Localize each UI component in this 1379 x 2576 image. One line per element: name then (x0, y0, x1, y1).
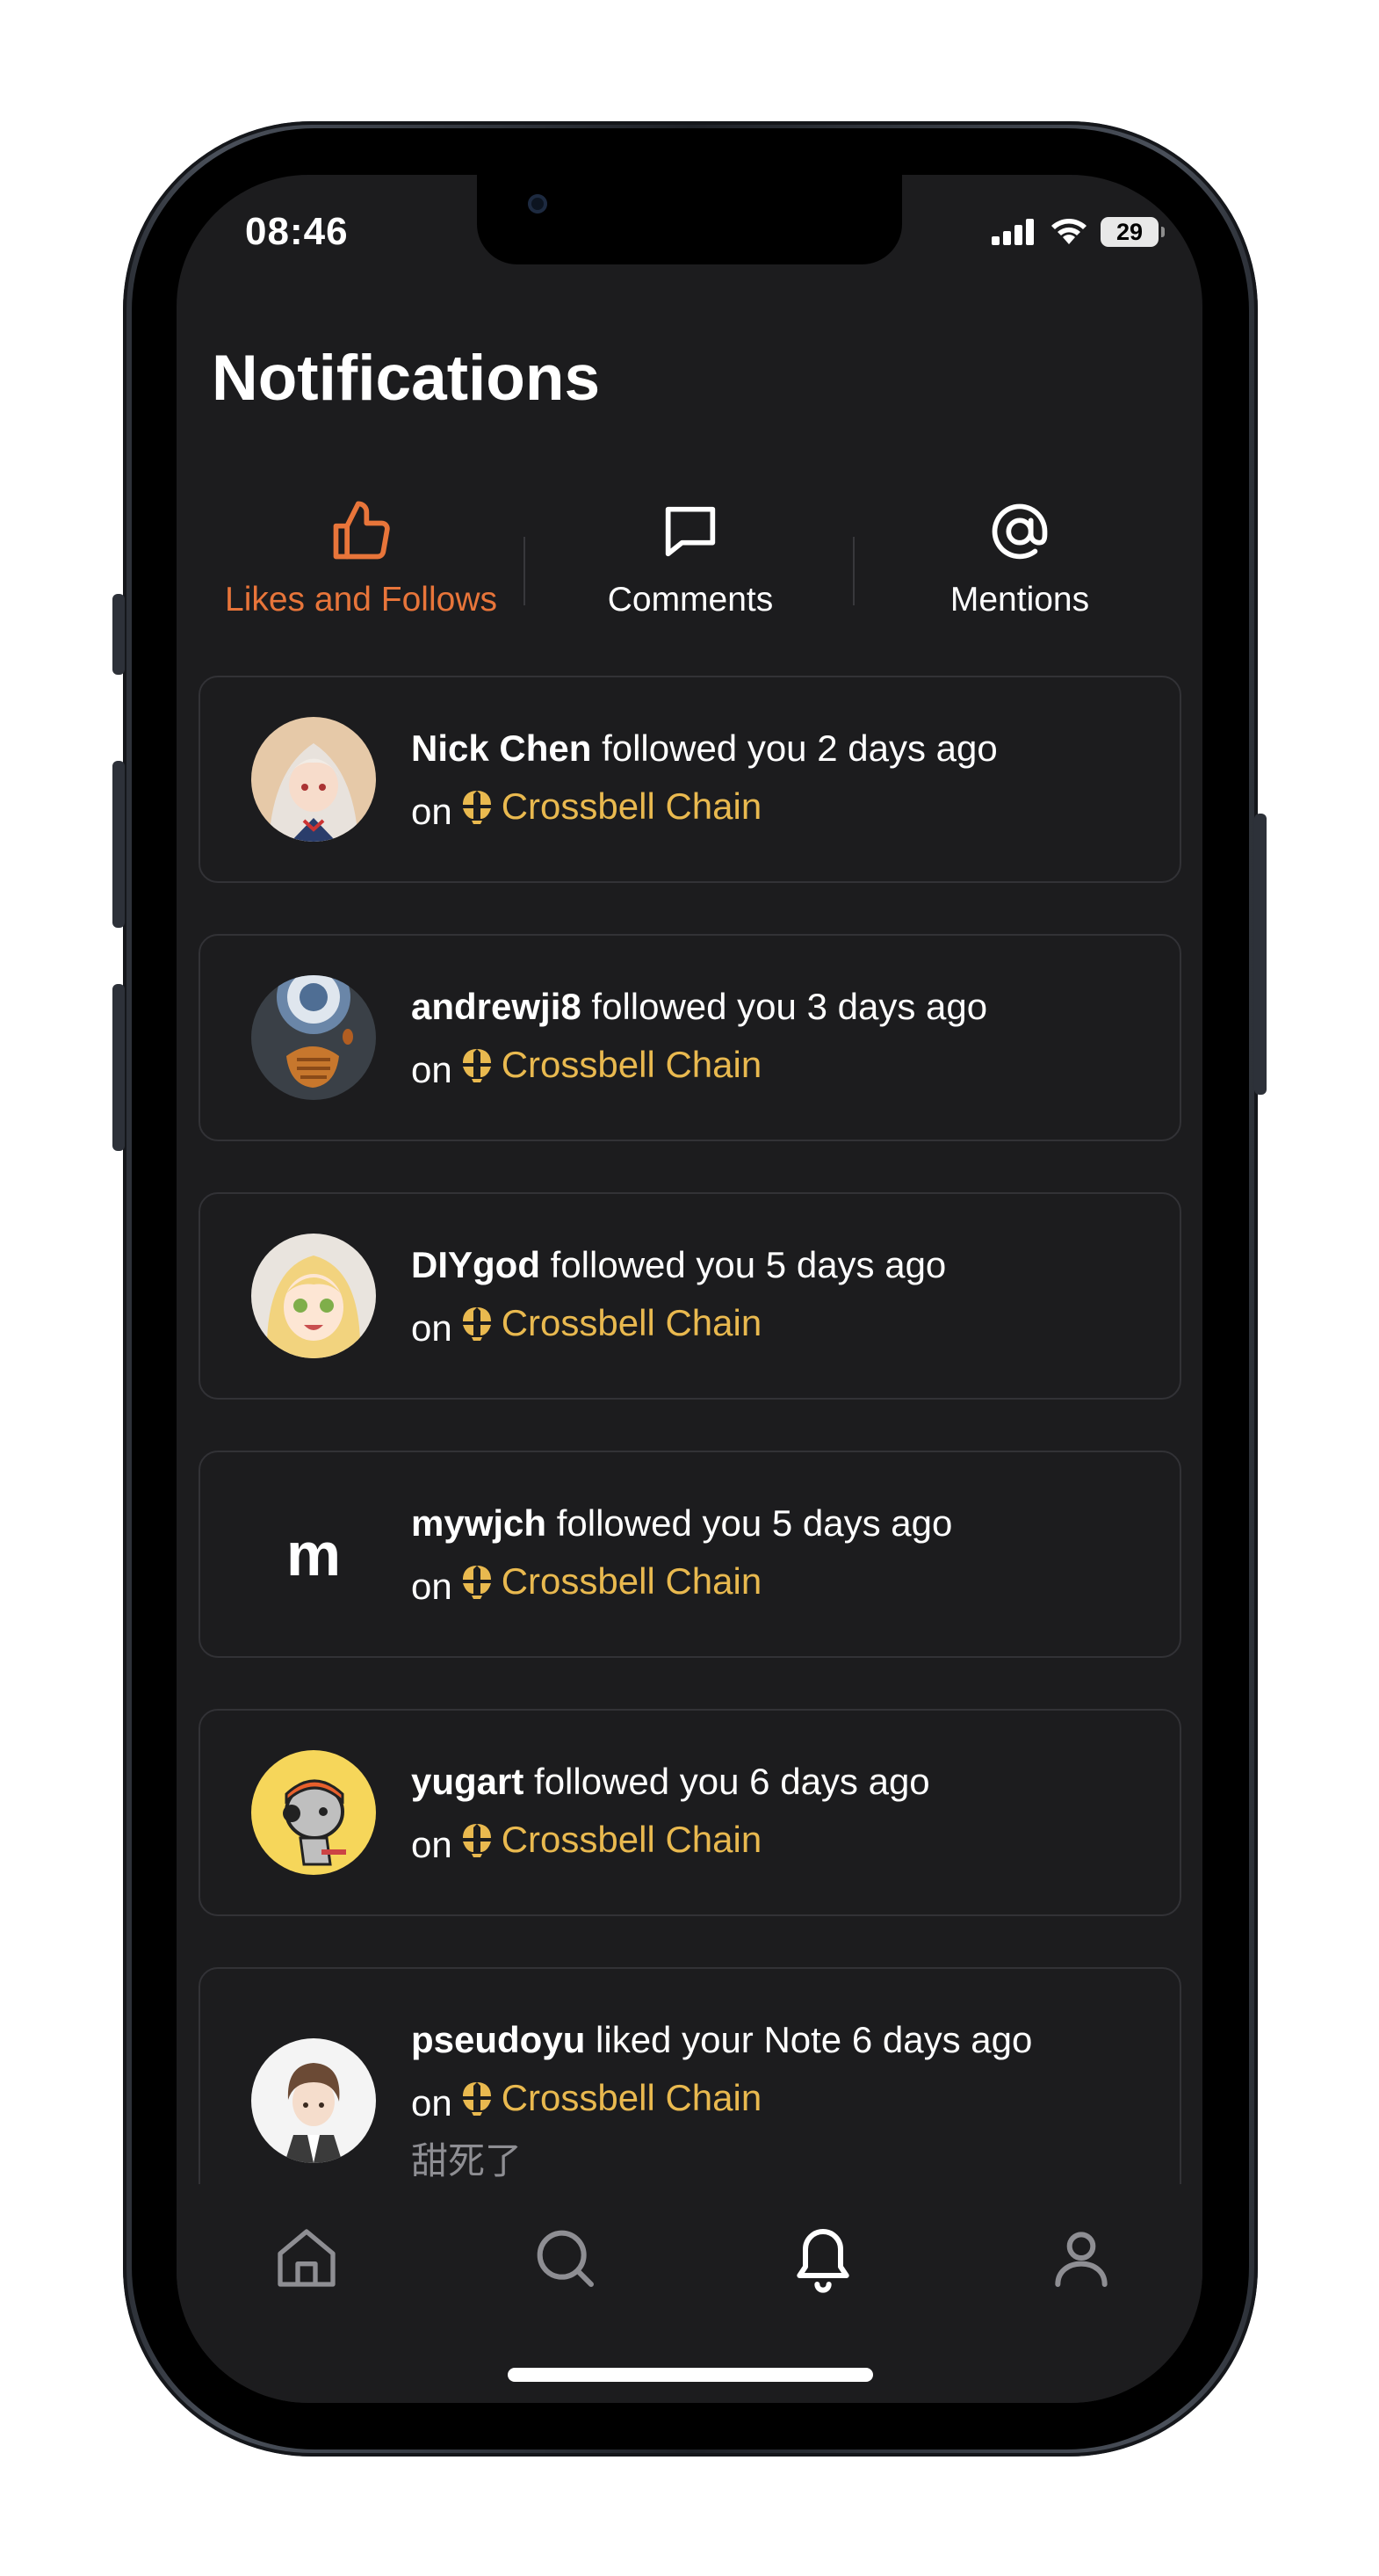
home-indicator[interactable] (508, 2368, 873, 2382)
notification-text: mywjch followed you 5 days ago on Crossbe… (411, 1494, 952, 1616)
notch (477, 175, 902, 264)
tab-likes-and-follows[interactable]: Likes and Follows (196, 491, 526, 640)
avatar[interactable] (251, 717, 376, 842)
notification-card[interactable]: yugart followed you 6 days ago on Crossbe… (199, 1709, 1181, 1916)
at-sign-icon (992, 503, 1048, 560)
comment-icon (665, 506, 716, 557)
search-icon[interactable] (530, 2223, 600, 2293)
chain-name: Crossbell Chain (501, 1044, 762, 1085)
chain-name: Crossbell Chain (501, 2077, 762, 2118)
notification-card[interactable]: Nick Chen followed you 2 days ago on Cros… (199, 676, 1181, 883)
thumbs-up-icon (333, 501, 390, 560)
tab-label: Likes and Follows (225, 581, 497, 619)
avatar[interactable] (251, 1750, 376, 1875)
notification-text: andrewji8 followed you 3 days ago on Cros… (411, 978, 987, 1099)
notification-action: followed you 6 days ago (534, 1761, 930, 1802)
notification-card[interactable]: andrewji8 followed you 3 days ago on Cros… (199, 934, 1181, 1141)
notification-card[interactable]: DIYgod followed you 5 days ago on Crossbe… (199, 1192, 1181, 1400)
on-label: on (411, 791, 452, 832)
crossbell-icon (462, 1566, 491, 1599)
chain-name: Crossbell Chain (501, 1302, 762, 1343)
volume-up-button (112, 761, 125, 928)
chain-name: Crossbell Chain (501, 1560, 762, 1602)
username[interactable]: mywjch (411, 1502, 546, 1544)
notification-action: followed you 2 days ago (602, 727, 998, 769)
username[interactable]: DIYgod (411, 1244, 540, 1285)
battery-indicator: 29 (1101, 217, 1165, 247)
avatar[interactable] (251, 2038, 376, 2163)
chain-name: Crossbell Chain (501, 1819, 762, 1860)
on-label: on (411, 1824, 452, 1865)
notification-action: followed you 3 days ago (591, 986, 988, 1027)
crossbell-icon (462, 1049, 491, 1082)
notification-text: pseudoyu liked your Note 6 days ago on Cr… (411, 2011, 1032, 2190)
notification-card[interactable]: m mywjch followed you 5 days ago on Cross… (199, 1451, 1181, 1658)
chain-link[interactable]: Crossbell Chain (452, 1294, 762, 1352)
cellular-signal-icon (992, 219, 1034, 245)
app-screen: 08:46 29 Notifications Likes and Follows (177, 175, 1202, 2403)
avatar[interactable] (251, 975, 376, 1100)
mute-switch (112, 594, 125, 675)
tab-comments[interactable]: Comments (525, 491, 856, 640)
on-label: on (411, 1566, 452, 1607)
chain-link[interactable]: Crossbell Chain (452, 778, 762, 836)
chain-link[interactable]: Crossbell Chain (452, 2069, 762, 2127)
chain-link[interactable]: Crossbell Chain (452, 1036, 762, 1094)
avatar-letter[interactable]: m (251, 1492, 376, 1617)
note-excerpt: 甜死了 (411, 2140, 523, 2182)
power-button (1254, 814, 1267, 1095)
chain-link[interactable]: Crossbell Chain (452, 1811, 762, 1869)
status-time: 08:46 (245, 210, 349, 253)
profile-icon[interactable] (1046, 2223, 1116, 2293)
notification-action: followed you 5 days ago (556, 1502, 953, 1544)
notification-text: Nick Chen followed you 2 days ago on Cros… (411, 720, 998, 841)
crossbell-icon (462, 1307, 491, 1341)
username[interactable]: Nick Chen (411, 727, 591, 769)
chain-link[interactable]: Crossbell Chain (452, 1552, 762, 1610)
bell-icon[interactable] (788, 2223, 858, 2293)
tab-label: Comments (607, 581, 774, 619)
notification-tabs: Likes and Follows Comments Mentions (177, 491, 1202, 640)
notification-text: DIYgod followed you 5 days ago on Crossbe… (411, 1236, 946, 1357)
username[interactable]: pseudoyu (411, 2019, 585, 2060)
crossbell-icon (462, 791, 491, 824)
status-icons: 29 (992, 217, 1165, 247)
notification-text: yugart followed you 6 days ago on Crossbe… (411, 1753, 930, 1874)
wifi-icon (1051, 219, 1087, 244)
on-label: on (411, 1307, 452, 1349)
tab-label: Mentions (949, 581, 1090, 619)
chain-name: Crossbell Chain (501, 785, 762, 827)
crossbell-icon (462, 1824, 491, 1857)
avatar[interactable] (251, 1234, 376, 1358)
on-label: on (411, 1049, 452, 1090)
username[interactable]: andrewji8 (411, 986, 581, 1027)
volume-down-button (112, 984, 125, 1151)
crossbell-icon (462, 2082, 491, 2116)
notification-action: followed you 5 days ago (550, 1244, 947, 1285)
home-icon[interactable] (271, 2223, 342, 2293)
notification-action: liked your Note 6 days ago (596, 2019, 1033, 2060)
username[interactable]: yugart (411, 1761, 523, 1802)
on-label: on (411, 2082, 452, 2124)
tab-mentions[interactable]: Mentions (855, 491, 1185, 640)
front-camera (528, 194, 547, 213)
page-title: Notifications (212, 343, 601, 414)
